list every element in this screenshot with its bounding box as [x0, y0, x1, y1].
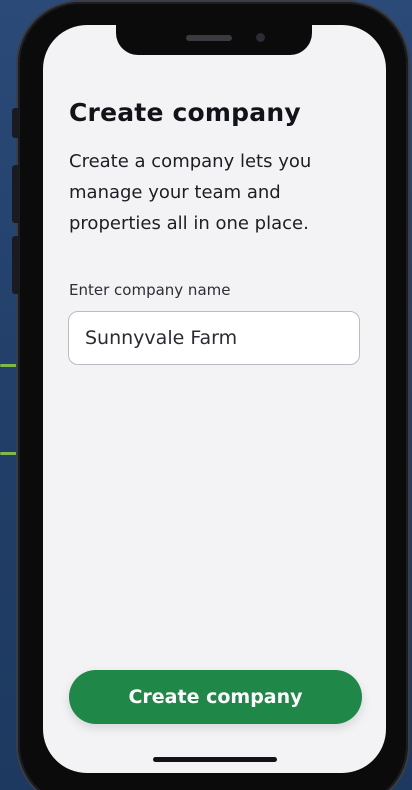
company-name-label: Enter company name	[69, 281, 231, 299]
page-description: Create a company lets you manage your te…	[69, 151, 312, 234]
side-button	[12, 165, 19, 223]
create-company-button[interactable]: Create company	[69, 670, 362, 724]
app-screen: Create company Create a company lets you…	[43, 25, 386, 773]
side-button	[12, 108, 19, 138]
speaker-grille	[186, 35, 232, 41]
home-indicator	[153, 757, 277, 762]
front-camera-icon	[256, 33, 265, 42]
page-title: Create company	[69, 98, 301, 127]
company-name-input[interactable]	[68, 311, 360, 365]
side-button	[12, 236, 19, 294]
